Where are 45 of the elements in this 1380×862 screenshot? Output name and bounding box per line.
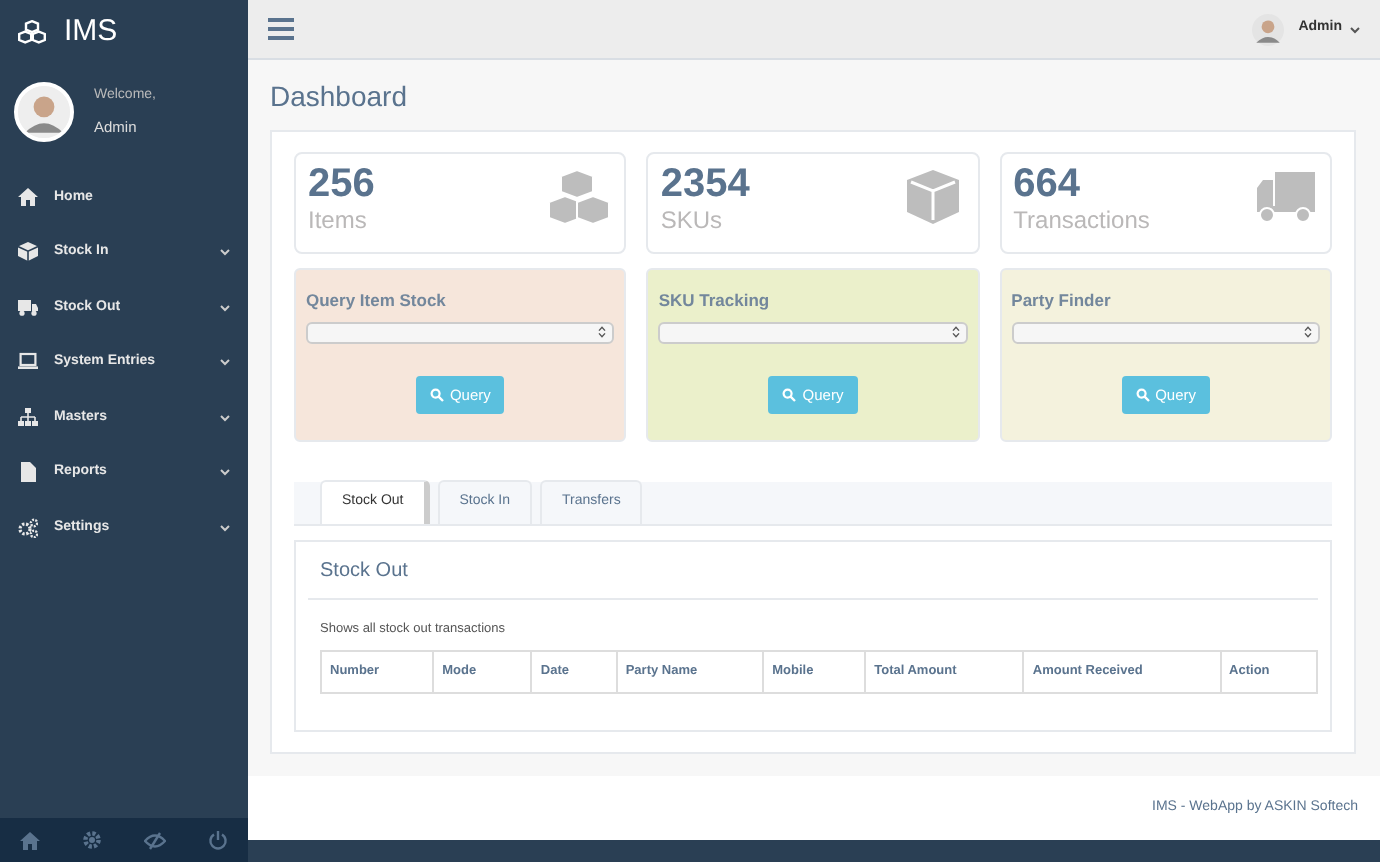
eye-slash-icon[interactable] bbox=[143, 831, 166, 849]
updown-icon bbox=[951, 326, 960, 339]
file-icon bbox=[18, 462, 38, 483]
updown-icon bbox=[1303, 326, 1312, 339]
chevron-down-icon[interactable] bbox=[1350, 25, 1360, 33]
stat-label: SKUs bbox=[660, 206, 725, 235]
stat-value: 664 bbox=[1013, 162, 1083, 206]
updown-icon bbox=[598, 326, 607, 339]
panel-title: Stock Out bbox=[308, 554, 1318, 600]
stat-value: 2354 bbox=[660, 162, 750, 206]
home-icon bbox=[18, 187, 38, 208]
box-icon bbox=[18, 242, 38, 263]
card-title: Query Item Stock bbox=[306, 288, 448, 314]
search-icon bbox=[1135, 387, 1150, 402]
stat-label: Items bbox=[308, 206, 369, 235]
chevron-down-icon bbox=[220, 358, 230, 367]
select-field[interactable] bbox=[306, 321, 615, 344]
gears-icon bbox=[18, 517, 38, 538]
truck-icon bbox=[18, 297, 38, 318]
stat-label: Transactions bbox=[1013, 206, 1150, 235]
menu-icon[interactable] bbox=[268, 18, 294, 40]
page-title: Dashboard bbox=[270, 78, 409, 116]
card-title: Party Finder bbox=[1011, 288, 1113, 314]
chevron-down-icon bbox=[220, 523, 230, 532]
chevron-down-icon bbox=[220, 303, 230, 312]
select-field[interactable] bbox=[658, 321, 968, 344]
stat-value: 256 bbox=[308, 162, 375, 206]
chevron-down-icon bbox=[220, 413, 230, 422]
cubes-icon bbox=[548, 168, 613, 226]
select-field[interactable] bbox=[1011, 321, 1320, 344]
power-icon[interactable] bbox=[207, 830, 228, 850]
chevron-down-icon bbox=[220, 248, 230, 257]
card-title: SKU Tracking bbox=[658, 288, 772, 314]
avatar[interactable] bbox=[1252, 13, 1285, 45]
app-title: IMS bbox=[64, 11, 118, 52]
truck-icon bbox=[1253, 168, 1318, 226]
home-icon[interactable] bbox=[20, 831, 41, 849]
sitemap-icon bbox=[18, 407, 38, 428]
avatar bbox=[14, 82, 74, 142]
search-icon bbox=[429, 387, 444, 402]
search-icon bbox=[782, 387, 797, 402]
laptop-icon bbox=[18, 352, 38, 373]
chevron-down-icon bbox=[220, 468, 230, 477]
settings-icon[interactable] bbox=[82, 830, 103, 850]
cubes-icon bbox=[18, 20, 46, 44]
